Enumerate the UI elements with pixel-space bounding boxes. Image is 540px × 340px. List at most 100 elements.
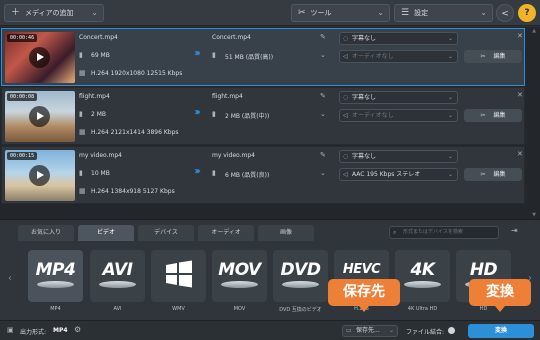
- tab-favorites[interactable]: お気に入り: [18, 225, 74, 241]
- audio-dropdown[interactable]: ◁ オーディオなし ⌄: [339, 109, 458, 122]
- audio-dropdown[interactable]: ◁ AAC 195 Kbps ステレオ ⌄: [339, 168, 458, 181]
- merge-files-label: ファイル結合:: [406, 329, 445, 336]
- settings-icon: ☰: [401, 8, 410, 18]
- format-label: DVD 互換のビデオ: [279, 307, 322, 313]
- close-icon[interactable]: ✕: [517, 150, 523, 158]
- play-icon[interactable]: [29, 47, 50, 68]
- tab-video[interactable]: ビデオ: [78, 225, 134, 241]
- codec-info: H.264 1384x918 5127 Kbps: [91, 188, 175, 195]
- file-name: flight.mp4: [79, 93, 110, 100]
- duration-badge: 00:00:46: [7, 34, 38, 42]
- chevron-left-icon[interactable]: ‹: [8, 273, 12, 284]
- vertical-scrollbar[interactable]: ▲ ▼: [530, 27, 538, 219]
- subtitle-dropdown[interactable]: ◌ 字幕なし ⌄: [339, 91, 458, 104]
- tools-label: ツール: [310, 9, 332, 17]
- tab-images[interactable]: 画像: [258, 225, 314, 241]
- output-file-name: flight.mp4: [212, 93, 243, 100]
- help-button[interactable]: ?: [518, 4, 536, 22]
- format-tile-mov[interactable]: MOV: [212, 250, 267, 302]
- edit-label: 編集: [493, 53, 506, 60]
- convert-arrow-icon: ››››: [194, 166, 201, 177]
- file-size: 2 MB: [91, 111, 107, 118]
- audio-value: オーディオなし: [352, 53, 394, 60]
- file-row[interactable]: 00:00:08 flight.mp4 ▮ 2 MB ▦ H.264 2121x…: [1, 87, 525, 145]
- file-icon: ▮: [79, 169, 83, 177]
- film-icon: ▦: [79, 69, 86, 77]
- close-icon[interactable]: ✕: [517, 91, 523, 99]
- format-tile-4k[interactable]: 4K: [395, 250, 450, 302]
- file-icon: ▮: [212, 110, 216, 118]
- output-size: 2 MB (品質(中)): [225, 113, 270, 120]
- output-format-value[interactable]: MP4: [53, 327, 68, 334]
- file-list: 00:00:46 Concert.mp4 ▮ 69 MB ▦ H.264 192…: [0, 27, 540, 219]
- folder-icon: ▭: [346, 327, 352, 334]
- file-icon: ▮: [79, 110, 83, 118]
- disc-icon: [99, 281, 136, 288]
- audio-dropdown[interactable]: ◁ オーディオなし ⌄: [339, 50, 458, 63]
- play-icon[interactable]: [29, 106, 50, 127]
- convert-button[interactable]: 変換: [468, 324, 534, 338]
- settings-button[interactable]: ☰ 設定 ⌄: [394, 4, 493, 22]
- format-tile-wmv[interactable]: [151, 250, 206, 302]
- file-size: 10 MB: [91, 170, 110, 177]
- format-search-placeholder: 形式またはデバイスを検索: [403, 229, 463, 235]
- format-tile-avi[interactable]: AVI: [90, 250, 145, 302]
- subtitle-dropdown[interactable]: ◌ 字幕なし ⌄: [339, 32, 458, 45]
- subtitle-value: 字幕なし: [352, 94, 377, 101]
- gear-icon[interactable]: ⚙: [74, 325, 81, 334]
- output-size: 51 MB (品質(高)): [225, 54, 274, 61]
- codec-info: H.264 1920x1080 12515 Kbps: [91, 70, 183, 77]
- file-row[interactable]: 00:00:15 my video.mp4 ▮ 10 MB ▦ H.264 13…: [1, 146, 525, 204]
- edit-button[interactable]: ✂ 編集: [464, 50, 522, 63]
- hevc-logo-icon: HEVC: [342, 262, 381, 277]
- video-thumbnail[interactable]: 00:00:46: [5, 32, 75, 83]
- scissors-icon: ✂: [480, 171, 486, 178]
- format-search-input[interactable]: ⌕ 形式またはデバイスを検索: [389, 226, 499, 239]
- subtitle-icon: ◌: [343, 35, 349, 42]
- edit-button[interactable]: ✂ 編集: [464, 168, 522, 181]
- format-tile-mp4[interactable]: MP4: [28, 250, 83, 302]
- subtitle-icon: ◌: [343, 94, 349, 101]
- tab-audio[interactable]: オーディオ: [198, 225, 254, 241]
- format-label: MP4: [50, 306, 61, 312]
- rename-pencil-icon[interactable]: ✎: [320, 151, 326, 159]
- video-thumbnail[interactable]: 00:00:15: [5, 150, 75, 201]
- chevron-down-icon[interactable]: ⌄: [320, 169, 326, 177]
- rename-pencil-icon[interactable]: ✎: [320, 92, 326, 100]
- subtitle-icon: ◌: [343, 153, 349, 160]
- scroll-up-icon[interactable]: ▲: [530, 28, 538, 34]
- subtitle-dropdown[interactable]: ◌ 字幕なし ⌄: [339, 150, 458, 163]
- edit-button[interactable]: ✂ 編集: [464, 109, 522, 122]
- file-row[interactable]: 00:00:46 Concert.mp4 ▮ 69 MB ▦ H.264 192…: [1, 28, 525, 86]
- mp4-logo-icon: MP4: [35, 260, 76, 280]
- file-icon: ▮: [212, 169, 216, 177]
- top-toolbar: ＋ メディアの追加 ⌄ ✂ ツール ⌄ ☰ 設定 ⌄ < ?: [0, 0, 540, 26]
- tab-devices[interactable]: デバイス: [138, 225, 194, 241]
- convert-arrow-icon: ››››: [194, 107, 201, 118]
- audio-value: オーディオなし: [352, 112, 394, 119]
- scroll-down-icon[interactable]: ▼: [530, 212, 538, 218]
- chevron-down-icon[interactable]: ⌄: [320, 110, 326, 118]
- video-thumbnail[interactable]: 00:00:08: [5, 91, 75, 142]
- rename-pencil-icon[interactable]: ✎: [320, 33, 326, 41]
- add-media-button[interactable]: ＋ メディアの追加 ⌄: [4, 4, 104, 22]
- output-format-label: 出力形式:: [20, 329, 47, 336]
- format-tile-dvd[interactable]: DVD: [273, 250, 328, 302]
- export-icon[interactable]: ⇥: [511, 226, 518, 235]
- output-format-icon: ▣: [7, 326, 14, 334]
- save-to-callout: 保存先: [328, 279, 400, 312]
- file-name: Concert.mp4: [79, 34, 118, 41]
- share-button[interactable]: <: [496, 4, 514, 22]
- save-to-dropdown[interactable]: ▭ 保存先... ⌄: [342, 325, 398, 337]
- save-to-label: 保存先...: [356, 327, 380, 334]
- close-icon[interactable]: ✕: [517, 32, 523, 40]
- plus-icon: ＋: [11, 8, 21, 18]
- chevron-down-icon[interactable]: ⌄: [320, 51, 326, 59]
- output-file-name: my video.mp4: [212, 152, 255, 159]
- bottom-bar: ▣ 出力形式: MP4 ⚙ ▭ 保存先... ⌄ ファイル結合: 変換: [0, 320, 540, 340]
- merge-toggle[interactable]: [448, 327, 455, 334]
- tools-button[interactable]: ✂ ツール ⌄: [291, 4, 390, 22]
- search-icon: ⌕: [393, 229, 397, 236]
- play-icon[interactable]: [29, 165, 50, 186]
- disc-icon: [221, 281, 258, 288]
